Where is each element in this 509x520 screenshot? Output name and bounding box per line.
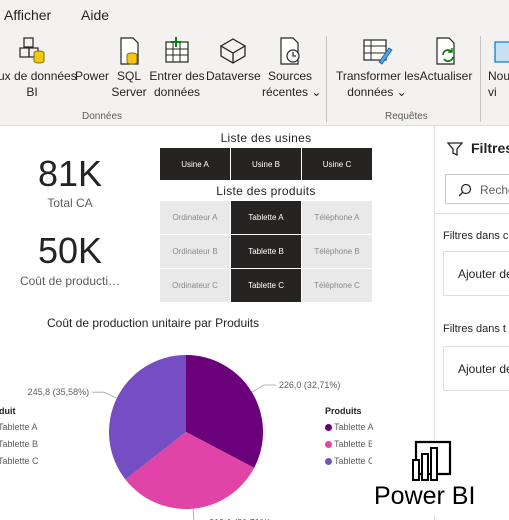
refresh-button[interactable]: Actualiser — [418, 36, 474, 108]
filter-section-page: Filtres dans c — [443, 230, 509, 242]
sql-server-button[interactable]: SQL Server — [110, 36, 148, 108]
add-filter-box-page[interactable]: Ajouter de — [443, 251, 509, 296]
pie-leader-line — [192, 508, 195, 520]
excel-label-1: ux de données — [0, 69, 77, 83]
power-bi-window: Afficher Aide ux de données BI Power SQL… — [0, 0, 509, 520]
new-visual-button[interactable]: Nou vi — [488, 36, 509, 108]
left-legend-item: Tablette B — [0, 439, 39, 449]
filter-search-input[interactable]: Reche — [445, 174, 509, 204]
new-visual-icon — [494, 41, 509, 63]
table-add-icon — [165, 37, 189, 63]
pie-leader-line — [251, 384, 276, 393]
ribbon: ux de données BI Power SQL Server Entrer… — [0, 30, 509, 126]
power-bi-logo: Power BI — [372, 440, 502, 516]
excel-label-2: BI — [26, 85, 38, 99]
filter-pane-title: Filtres — [471, 140, 509, 156]
excel-dataset-button[interactable]: ux de données BI — [0, 36, 77, 108]
pie-data-label: 245,8 (35,58%) — [28, 387, 90, 397]
legend-dot — [325, 458, 332, 466]
add-filter-box-all[interactable]: Ajouter de — [443, 346, 509, 391]
filter-section-all: Filtres dans t — [443, 323, 506, 335]
ribbon-separator — [480, 36, 481, 122]
legend-dot — [325, 424, 332, 432]
legend-label: Tablette B — [334, 439, 375, 449]
sql-label-2: Server — [111, 85, 147, 99]
transform-label-2: données ⌄ — [347, 85, 407, 99]
dataset-icon — [19, 37, 45, 64]
sql-server-icon — [120, 37, 139, 65]
filter-divider — [435, 213, 509, 214]
report-canvas: 81K Total CA 50K Coût de producti… Liste… — [0, 126, 434, 520]
enter-label-1: Entrer des — [149, 69, 205, 83]
recent-sources-icon — [280, 37, 300, 65]
transform-label-1: Transformer les — [336, 69, 420, 83]
left-legend-item: Tablette A — [0, 422, 38, 432]
left-legend-item: Tablette C — [0, 456, 39, 466]
search-placeholder: Reche — [480, 183, 509, 197]
recent-sources-button[interactable]: Sources récentes ⌄ — [262, 36, 322, 108]
newvis-label-1: Nou — [488, 69, 509, 83]
left-legend-title: duit — [0, 406, 16, 416]
dataverse-button[interactable]: Dataverse — [206, 36, 261, 108]
enter-data-button[interactable]: Entrer des données — [148, 36, 206, 108]
recent-label-2: récentes ⌄ — [262, 85, 322, 99]
filter-icon[interactable] — [447, 141, 463, 157]
refresh-icon — [436, 37, 455, 65]
recent-label-1: Sources — [267, 69, 313, 83]
add-filter-label: Ajouter de — [458, 267, 509, 281]
power-label: Power — [74, 69, 109, 83]
dataverse-label: Dataverse — [206, 69, 261, 83]
pie-data-label: 226,0 (32,71%) — [279, 380, 341, 390]
refresh-label: Actualiser — [419, 69, 473, 83]
newvis-label-2: vi — [488, 85, 497, 99]
legend-dot — [325, 441, 332, 449]
power-button[interactable]: Power — [74, 36, 110, 108]
group-label-donnees: Données — [82, 111, 123, 122]
transform-data-button[interactable]: Transformer les données ⌄ — [336, 36, 420, 108]
legend-item-tablette-b[interactable]: Tablette B — [325, 439, 374, 449]
add-filter-label: Ajouter de — [458, 362, 509, 376]
group-label-requetes: Requêtes — [385, 111, 428, 122]
enter-label-2: données — [153, 85, 201, 99]
transform-data-icon — [363, 39, 393, 65]
pie-leader-line — [92, 391, 117, 399]
power-bi-logo-text: Power BI — [374, 482, 476, 510]
power-bi-logo-icon — [412, 440, 452, 481]
legend-item-tablette-c[interactable]: Tablette C — [325, 456, 375, 466]
dataverse-icon — [219, 38, 247, 64]
ribbon-separator — [326, 36, 327, 122]
menu-afficher[interactable]: Afficher — [4, 7, 51, 23]
search-icon — [458, 183, 472, 197]
menu-bar: Afficher Aide — [0, 0, 509, 30]
sql-label-1: SQL — [116, 69, 141, 83]
menu-aide[interactable]: Aide — [81, 7, 109, 23]
legend-label: Tablette A — [334, 422, 374, 432]
legend-item-tablette-a[interactable]: Tablette A — [325, 422, 374, 432]
legend-title: Produits — [325, 406, 362, 416]
legend-label: Tablette C — [334, 456, 375, 466]
